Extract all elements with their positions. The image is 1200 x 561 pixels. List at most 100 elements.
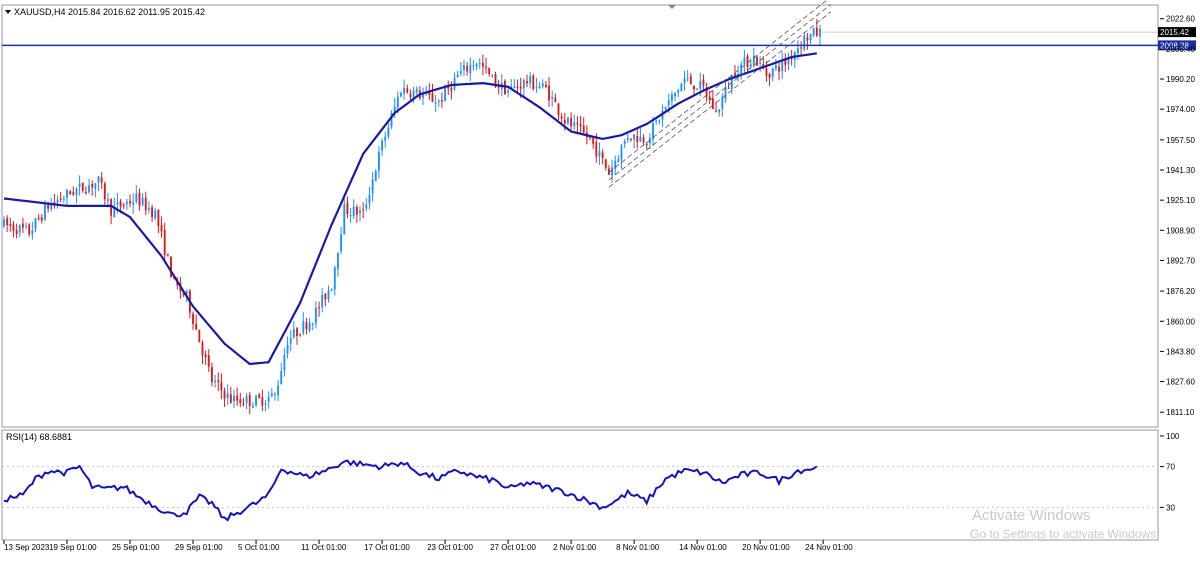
bear-candle-body [768, 73, 771, 78]
bear-candle-body [207, 355, 210, 367]
bear-candle-body [582, 125, 585, 133]
bear-candle-body [236, 395, 239, 401]
bull-candle-body [453, 77, 456, 89]
bull-candle-body [538, 86, 541, 89]
price-tick-label: 1843.80 [1166, 347, 1195, 356]
bull-candle-body [340, 234, 343, 252]
bear-candle-body [129, 201, 131, 204]
bear-candle-body [119, 201, 122, 207]
bull-candle-body [620, 145, 623, 160]
bear-candle-body [59, 198, 62, 200]
bear-candle-body [53, 202, 56, 204]
bull-candle-body [774, 65, 777, 69]
bull-candle-body [368, 194, 371, 204]
bull-candle-body [759, 62, 762, 64]
bull-candle-body [75, 188, 78, 195]
bear-candle-body [248, 394, 251, 406]
bull-candle-body [626, 138, 629, 140]
bear-candle-body [519, 86, 522, 89]
bull-candle-body [809, 33, 812, 41]
bull-candle-body [132, 202, 135, 205]
bear-candle-body [554, 97, 557, 103]
bull-candle-body [803, 35, 806, 50]
price-tick-label: 1974.00 [1166, 105, 1195, 114]
bear-candle-body [406, 88, 409, 93]
price-tick-label: 2022.60 [1166, 15, 1195, 24]
bear-candle-body [72, 192, 75, 195]
bear-candle-body [37, 218, 40, 220]
bull-candle-body [18, 225, 21, 233]
bear-candle-body [708, 96, 711, 100]
bull-candle-body [280, 371, 283, 385]
bear-candle-body [355, 206, 358, 215]
price-panel[interactable] [1, 4, 1159, 428]
bull-candle-body [686, 77, 689, 79]
bull-candle-body [289, 338, 292, 344]
bear-candle-body [557, 103, 560, 116]
bull-candle-body [598, 150, 601, 157]
bear-candle-body [711, 98, 714, 109]
time-axis[interactable]: 13 Sep 2023 19 Sep 01:00 25 Sep 01:00 29 Se… [3, 540, 853, 552]
bull-candle-body [78, 183, 81, 188]
bull-candle-body [270, 393, 273, 397]
bear-candle-body [229, 394, 232, 403]
bull-candle-body [535, 87, 538, 89]
bear-candle-body [715, 110, 717, 112]
bear-candle-body [157, 209, 160, 227]
bull-candle-body [88, 185, 91, 192]
bear-candle-body [488, 67, 491, 75]
time-tick-label: 27 Oct 01:00 [490, 543, 536, 552]
bull-candle-body [444, 87, 447, 102]
bear-candle-body [689, 76, 692, 85]
bear-candle-body [579, 124, 582, 126]
bear-candle-body [630, 138, 632, 140]
bear-candle-body [481, 63, 484, 67]
bull-candle-body [283, 355, 286, 371]
bear-candle-body [103, 183, 106, 200]
time-tick-label: 13 Sep 2023 [4, 543, 50, 552]
bear-candle-body [526, 81, 528, 84]
bear-candle-body [217, 380, 220, 382]
bear-candle-body [47, 205, 50, 209]
bull-candle-body [147, 208, 150, 211]
bull-candle-body [658, 120, 661, 122]
bull-candle-body [670, 94, 673, 101]
bear-candle-body [693, 85, 695, 90]
price-axis[interactable]: 2022.60 2006.40 1990.20 1974.00 1957.50 1941.… [1160, 15, 1195, 417]
bull-candle-body [819, 28, 821, 37]
bull-candle-body [623, 140, 626, 145]
bear-candle-body [160, 224, 163, 232]
bull-candle-body [674, 92, 677, 97]
bull-candle-body [529, 76, 532, 84]
bull-candle-body [107, 199, 109, 201]
price-tick-label: 1908.90 [1166, 226, 1195, 235]
bull-candle-body [384, 136, 387, 141]
rsi-header: RSI(14) 68.6881 [6, 432, 72, 442]
bull-candle-body [116, 202, 119, 205]
bear-candle-body [318, 307, 320, 309]
symbol-header: XAUUSD,H4 2015.84 2016.62 2011.95 2015.4… [14, 7, 205, 17]
bull-candle-body [677, 90, 680, 93]
bear-candle-body [485, 66, 487, 68]
bull-candle-body [66, 189, 68, 198]
bull-candle-body [302, 321, 305, 333]
bull-candle-body [472, 65, 475, 67]
bear-candle-body [645, 143, 648, 146]
time-tick-label: 20 Nov 01:00 [742, 543, 790, 552]
bear-candle-body [192, 313, 194, 324]
bear-candle-body [195, 323, 198, 330]
bull-candle-body [214, 381, 217, 383]
chart-svg[interactable]: XAUUSD,H4 2015.84 2016.62 2011.95 2015.4… [0, 0, 1200, 556]
bull-candle-body [699, 81, 702, 89]
bull-candle-body [56, 200, 59, 203]
bull-candle-body [400, 93, 402, 97]
price-tick-label: 1925.10 [1166, 196, 1195, 205]
time-tick-label: 2 Nov 01:00 [553, 543, 597, 552]
bull-candle-body [475, 63, 478, 67]
bear-candle-body [201, 342, 204, 356]
bear-candle-body [362, 209, 365, 211]
time-tick-label: 14 Nov 01:00 [679, 543, 727, 552]
bear-candle-body [450, 87, 453, 91]
bear-candle-body [532, 75, 535, 89]
bear-candle-body [756, 57, 758, 66]
